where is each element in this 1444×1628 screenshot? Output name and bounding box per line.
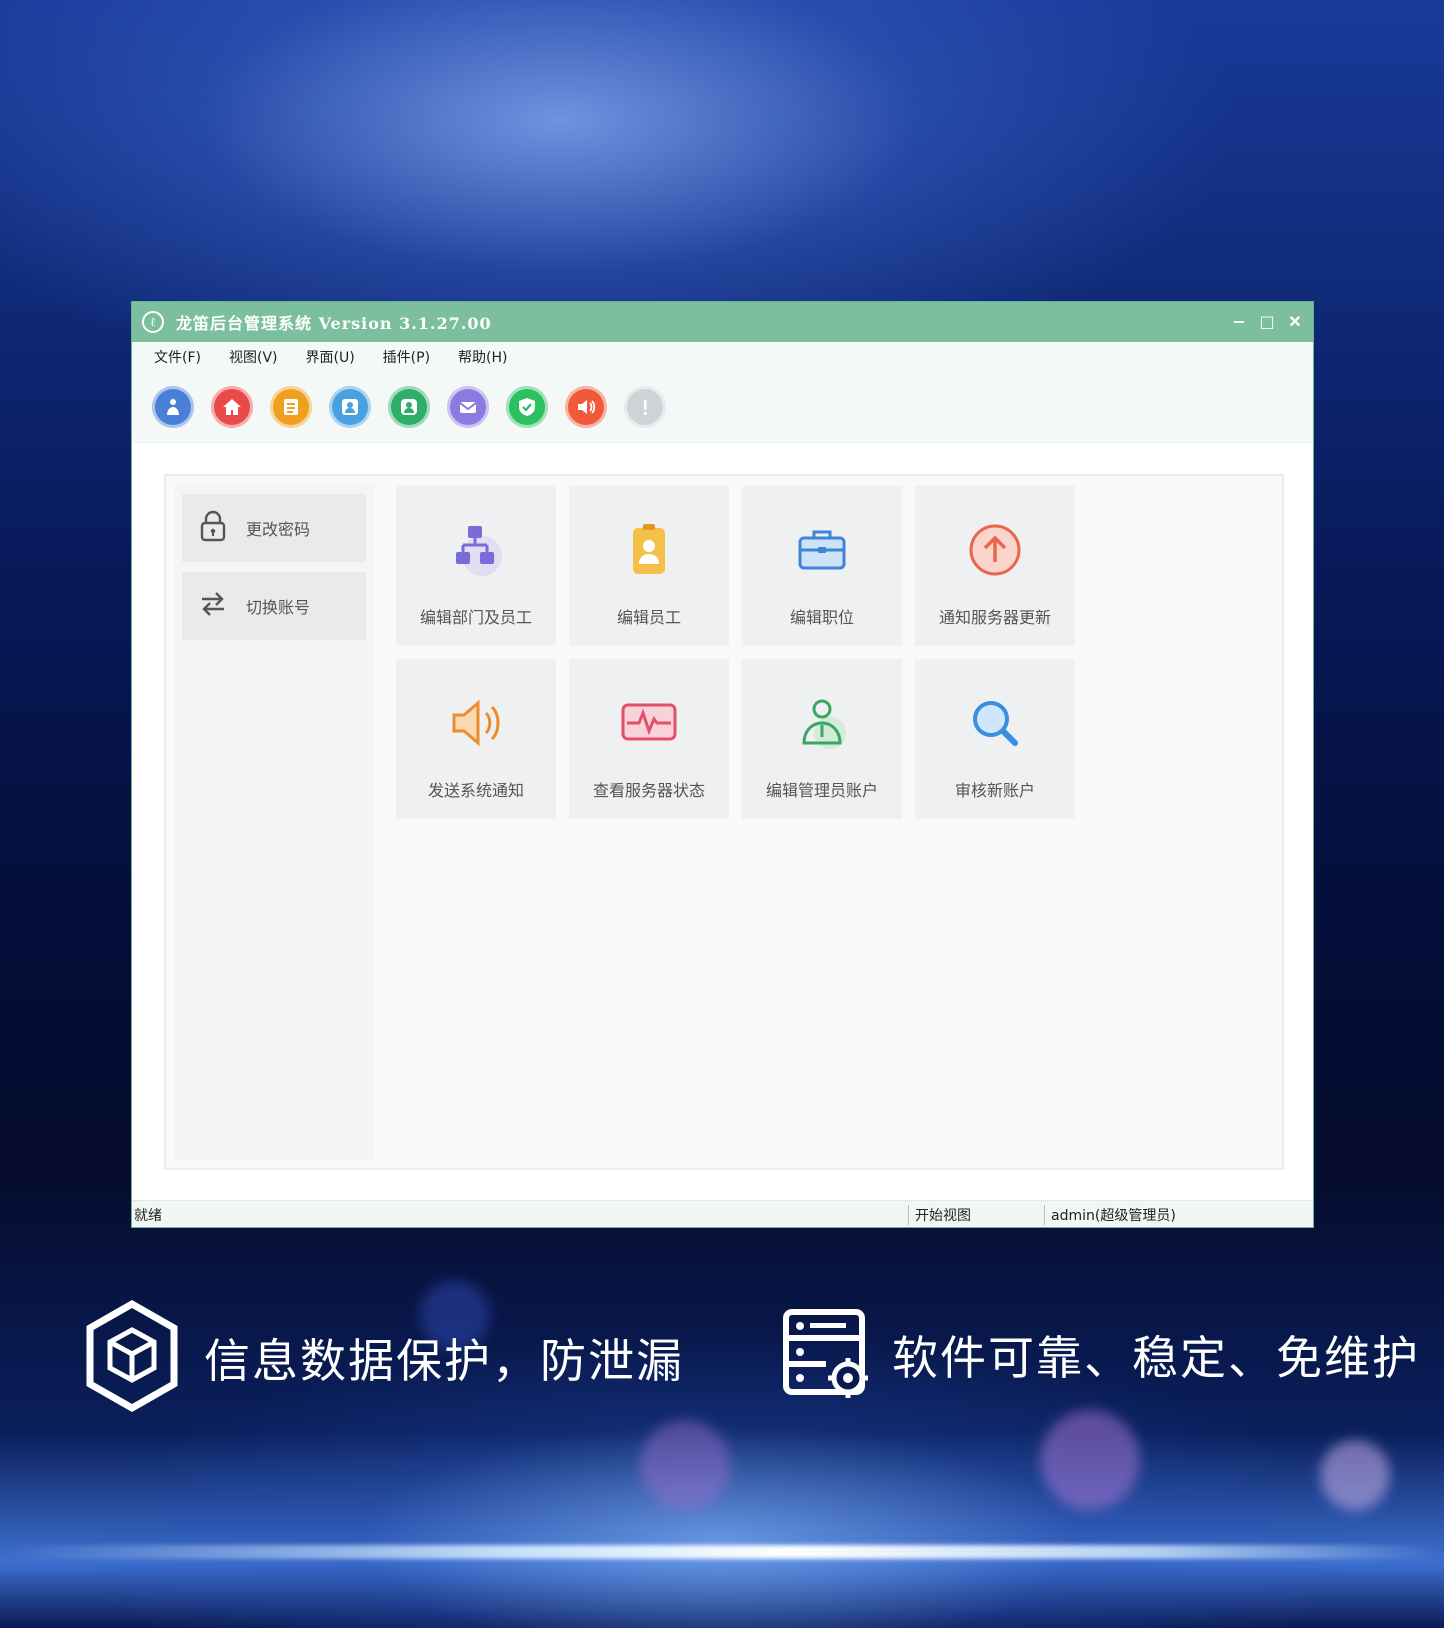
switch-account-button[interactable]: 切换账号: [182, 572, 366, 640]
tile-label: 通知服务器更新: [938, 608, 1051, 627]
speaker-icon: [444, 691, 508, 755]
window-title: 龙笛后台管理系统 Version 3.1.27.00: [176, 314, 492, 333]
title-bar[interactable]: ℓ 龙笛后台管理系统 Version 3.1.27.00 − □ ✕: [132, 302, 1313, 342]
light-streak: [0, 1545, 1444, 1559]
menu-file[interactable]: 文件(F): [154, 347, 201, 367]
upload-arrow-icon: [963, 518, 1027, 582]
search-icon: [963, 691, 1027, 755]
feature-text: 信息数据保护，防泄漏: [204, 1334, 684, 1388]
home-icon[interactable]: [211, 386, 253, 428]
tile-label: 编辑部门及员工: [419, 608, 532, 627]
minimize-button[interactable]: −: [1231, 314, 1247, 330]
tile-edit-employee[interactable]: 编辑员工: [569, 486, 729, 646]
lock-icon: [198, 509, 228, 547]
shield-check-icon[interactable]: [506, 386, 548, 428]
contact-card-icon[interactable]: [329, 386, 371, 428]
close-button[interactable]: ✕: [1287, 314, 1303, 330]
tile-label: 发送系统通知: [427, 781, 524, 800]
badge-icon: [617, 518, 681, 582]
alert-icon[interactable]: [624, 386, 666, 428]
swap-arrows-icon: [198, 589, 228, 623]
app-logo-icon: ℓ: [142, 311, 164, 333]
app-window: ℓ 龙笛后台管理系统 Version 3.1.27.00 − □ ✕ 文件(F)…: [131, 301, 1314, 1228]
toolbar: [132, 372, 1313, 443]
switch-account-label: 切换账号: [246, 598, 311, 617]
tile-send-system-notice[interactable]: 发送系统通知: [396, 659, 556, 819]
tile-label: 编辑管理员账户: [765, 781, 878, 800]
speaker-icon[interactable]: [565, 386, 607, 428]
change-password-label: 更改密码: [246, 520, 311, 539]
menu-help[interactable]: 帮助(H): [458, 347, 507, 367]
maximize-button[interactable]: □: [1259, 314, 1275, 330]
tile-edit-position[interactable]: 编辑职位: [742, 486, 902, 646]
user-guide-icon[interactable]: [152, 386, 194, 428]
briefcase-icon: [790, 518, 854, 582]
menu-interface[interactable]: 界面(U): [306, 347, 355, 367]
tile-edit-admin-account[interactable]: 编辑管理员账户: [742, 659, 902, 819]
pulse-monitor-icon: [617, 691, 681, 755]
org-chart-icon: [444, 518, 508, 582]
mail-icon[interactable]: [447, 386, 489, 428]
feature-reliability: 软件可靠、稳定、免维护: [782, 1308, 1420, 1402]
tile-edit-department[interactable]: 编辑部门及员工: [396, 486, 556, 646]
bokeh-light: [1040, 1410, 1140, 1510]
tile-label: 查看服务器状态: [592, 781, 705, 800]
tile-review-new-accounts[interactable]: 审核新账户: [915, 659, 1075, 819]
function-tiles: 编辑部门及员工 编辑员工 编辑职位 通知服务器更新 发送系统通知 查看服务器状态…: [396, 486, 1075, 819]
sidebar: 更改密码 切换账号: [174, 484, 374, 1160]
window-controls: − □ ✕: [1231, 314, 1303, 330]
user-card-icon[interactable]: [388, 386, 430, 428]
content-panel: 更改密码 切换账号 编辑部门及员工 编辑员工 编辑职位 通知服务器更新 发送系统…: [164, 474, 1284, 1170]
menu-bar: 文件(F) 视图(V) 界面(U) 插件(P) 帮助(H): [132, 342, 1313, 372]
admin-user-icon: [790, 691, 854, 755]
tile-view-server-status[interactable]: 查看服务器状态: [569, 659, 729, 819]
tile-label: 审核新账户: [954, 781, 1035, 800]
cube-shield-icon: [82, 1299, 182, 1416]
status-view: 开始视图: [908, 1205, 971, 1225]
menu-plugins[interactable]: 插件(P): [383, 347, 430, 367]
tile-label: 编辑职位: [789, 608, 854, 627]
menu-view[interactable]: 视图(V): [229, 347, 278, 367]
feature-text: 软件可靠、稳定、免维护: [892, 1331, 1420, 1385]
list-icon[interactable]: [270, 386, 312, 428]
server-gear-icon: [782, 1308, 874, 1402]
status-user: admin(超级管理员): [1044, 1205, 1176, 1225]
bokeh-light: [640, 1420, 730, 1510]
status-ready: 就绪: [134, 1208, 162, 1224]
bokeh-light: [1320, 1440, 1390, 1510]
status-bar: 就绪 开始视图 admin(超级管理员): [132, 1200, 1313, 1227]
tile-label: 编辑员工: [616, 608, 681, 627]
feature-data-protection: 信息数据保护，防泄漏: [82, 1299, 684, 1416]
tile-notify-server-update[interactable]: 通知服务器更新: [915, 486, 1075, 646]
change-password-button[interactable]: 更改密码: [182, 494, 366, 562]
